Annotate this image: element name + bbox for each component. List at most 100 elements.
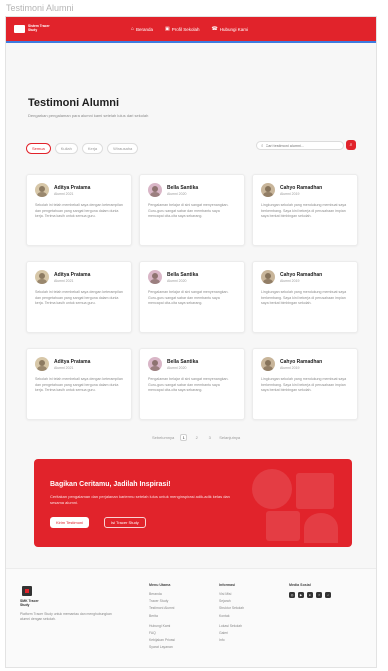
page-frame: Sistem Tracer Study ⌂ Beranda ▣ Profil S… (5, 16, 377, 668)
search-box: ⌕ (256, 141, 344, 150)
card-header: Aditya Pratama Alumni 2021 (35, 270, 123, 284)
footer-link[interactable]: Berita (149, 614, 175, 618)
footer-link[interactable]: Sejarah (219, 599, 244, 603)
page-number[interactable]: 3 (206, 434, 213, 441)
footer-column-title: Media Sosial (289, 583, 311, 587)
youtube-icon[interactable]: ▶ (298, 592, 304, 598)
alumni-role: Alumni 2020 (167, 365, 187, 370)
pagination-prev[interactable]: Sebelumnya (152, 435, 174, 440)
alumni-role: Alumni 2019 (280, 365, 300, 370)
home-icon: ⌂ (131, 26, 135, 32)
footer-link[interactable]: Visi Misi (219, 592, 244, 596)
nav-link-beranda[interactable]: ⌂ Beranda (131, 26, 153, 32)
social-links: ◎ ▶ in f ♪ (289, 592, 331, 598)
testimonial-text: Pengalaman belajar di sini sangat menyen… (148, 290, 229, 306)
cta-title: Bagikan Ceritamu, Jadilah Inspirasi! (50, 481, 171, 488)
footer-column-menu: Menu Utama Beranda Tracer Study Testimon… (149, 583, 175, 652)
search-icon: ⌕ (349, 142, 353, 148)
testimonial-card: Cahyo Ramadhan Alumni 2019 Lingkungan se… (252, 174, 358, 246)
footer-link[interactable]: FAQ (149, 631, 175, 635)
page-title: Testimoni Alumni (28, 97, 120, 109)
nav-link-profil-sekolah[interactable]: ▣ Profil Sekolah (165, 26, 200, 32)
nav-link-hubungi-kami[interactable]: ☎ Hubungi Kami (212, 26, 249, 32)
footer-column-title: Informasi (219, 583, 236, 587)
footer-logo-icon (22, 586, 32, 596)
testimonial-text: Lingkungan sekolah yang mendukung membua… (261, 203, 347, 219)
nav-links: ⌂ Beranda ▣ Profil Sekolah ☎ Hubungi Kam… (131, 17, 248, 41)
footer-link[interactable]: Lokasi Sekolah (219, 624, 244, 628)
avatar (35, 270, 49, 284)
footer-link[interactable]: Galeri (219, 631, 244, 635)
filter-chip-semua[interactable]: Semua (26, 143, 51, 154)
instagram-icon[interactable]: ◎ (289, 592, 295, 598)
filter-chip-kerja[interactable]: Kerja (81, 143, 104, 154)
page-number[interactable]: 2 (193, 434, 200, 441)
brand[interactable]: Sistem Tracer Study (14, 24, 50, 33)
logo-icon (14, 25, 25, 33)
alumni-name: Aditya Pratama (54, 184, 91, 191)
avatar (35, 357, 49, 371)
testimonial-text: Lingkungan sekolah yang mendukung membua… (261, 377, 347, 393)
nav-link-label: Hubungi Kami (219, 26, 249, 32)
testimonial-card: Cahyo Ramadhan Alumni 2019 Lingkungan se… (252, 261, 358, 333)
footer-column-social: Media Sosial ◎ ▶ in f ♪ (289, 583, 331, 598)
footer-link[interactable]: Tracer Study (149, 599, 175, 603)
card-header: Cahyo Ramadhan Alumni 2019 (261, 183, 349, 197)
footer-brand: SMK Tracer Study (20, 599, 39, 608)
avatar (261, 357, 275, 371)
testimonial-text: Pengalaman belajar di sini sangat menyen… (148, 203, 229, 219)
nav-link-label: Beranda (136, 26, 154, 32)
decorative-circle (252, 469, 292, 509)
linkedin-icon[interactable]: in (307, 592, 313, 598)
testimonial-text: Pengalaman belajar di sini sangat menyen… (148, 377, 229, 393)
avatar (148, 270, 162, 284)
alumni-name: Bella Santika (167, 358, 199, 365)
page-number[interactable]: 1 (180, 434, 188, 441)
footer-link[interactable]: Syarat Layanan (149, 645, 175, 649)
avatar (261, 270, 275, 284)
card-header: Bella Santika Alumni 2020 (148, 183, 236, 197)
testimonial-card: Bella Santika Alumni 2020 Pengalaman bel… (139, 348, 245, 420)
card-header: Cahyo Ramadhan Alumni 2019 (261, 357, 349, 371)
testimonial-card: Bella Santika Alumni 2020 Pengalaman bel… (139, 174, 245, 246)
card-header: Aditya Pratama Alumni 2021 (35, 183, 123, 197)
facebook-icon[interactable]: f (316, 592, 322, 598)
tiktok-icon[interactable]: ♪ (325, 592, 331, 598)
pagination-next[interactable]: Selanjutnya (219, 435, 240, 440)
filter-chips: Semua Kuliah Kerja Wirausaha (26, 143, 139, 154)
alumni-name: Aditya Pratama (54, 271, 91, 278)
footer-description: Platform Tracer Study untuk memantau dan… (20, 612, 112, 621)
card-header: Bella Santika Alumni 2020 (148, 270, 236, 284)
brand-text: Sistem Tracer Study (28, 24, 50, 32)
card-header: Aditya Pratama Alumni 2021 (35, 357, 123, 371)
testimonial-text: Sekolah ini telah membekali saya dengan … (35, 377, 123, 393)
submit-testimonial-button[interactable]: Kirim Testimoni (50, 517, 90, 528)
footer-link[interactable]: Kebijakan Privasi (149, 638, 175, 642)
footer-link[interactable]: Info (219, 638, 244, 642)
testimonial-card: Cahyo Ramadhan Alumni 2019 Lingkungan se… (252, 348, 358, 420)
search-input[interactable] (265, 143, 342, 148)
decorative-arch (304, 513, 338, 543)
alumni-role: Alumni 2021 (54, 278, 74, 283)
avatar (148, 183, 162, 197)
footer-link[interactable]: Testimoni Alumni (149, 606, 175, 610)
filter-chip-kuliah[interactable]: Kuliah (54, 143, 78, 154)
footer-link[interactable]: Kontak (219, 614, 244, 618)
navbar: Sistem Tracer Study ⌂ Beranda ▣ Profil S… (6, 17, 376, 43)
filter-chip-wirausaha[interactable]: Wirausaha (107, 143, 139, 154)
cta-text: Ceritakan pengalaman dan perjalanan kari… (50, 494, 230, 505)
search-icon: ⌕ (261, 143, 264, 148)
testimonial-text: Lingkungan sekolah yang mendukung membua… (261, 290, 347, 306)
footer-link[interactable]: Struktur Sekolah (219, 606, 244, 610)
page-subtitle: Dengarkan pengalaman para alumni kami se… (28, 113, 149, 118)
footer-link[interactable]: Hubungi Kami (149, 624, 175, 628)
alumni-role: Alumni 2019 (280, 278, 300, 283)
fill-tracer-study-button[interactable]: Isi Tracer Study (104, 517, 146, 528)
alumni-role: Alumni 2020 (167, 278, 187, 283)
testimonial-card: Aditya Pratama Alumni 2021 Sekolah ini t… (26, 348, 132, 420)
avatar (35, 183, 49, 197)
search-button[interactable]: ⌕ (346, 140, 356, 150)
alumni-role: Alumni 2021 (54, 365, 74, 370)
alumni-name: Bella Santika (167, 184, 199, 191)
footer-link[interactable]: Beranda (149, 592, 175, 596)
